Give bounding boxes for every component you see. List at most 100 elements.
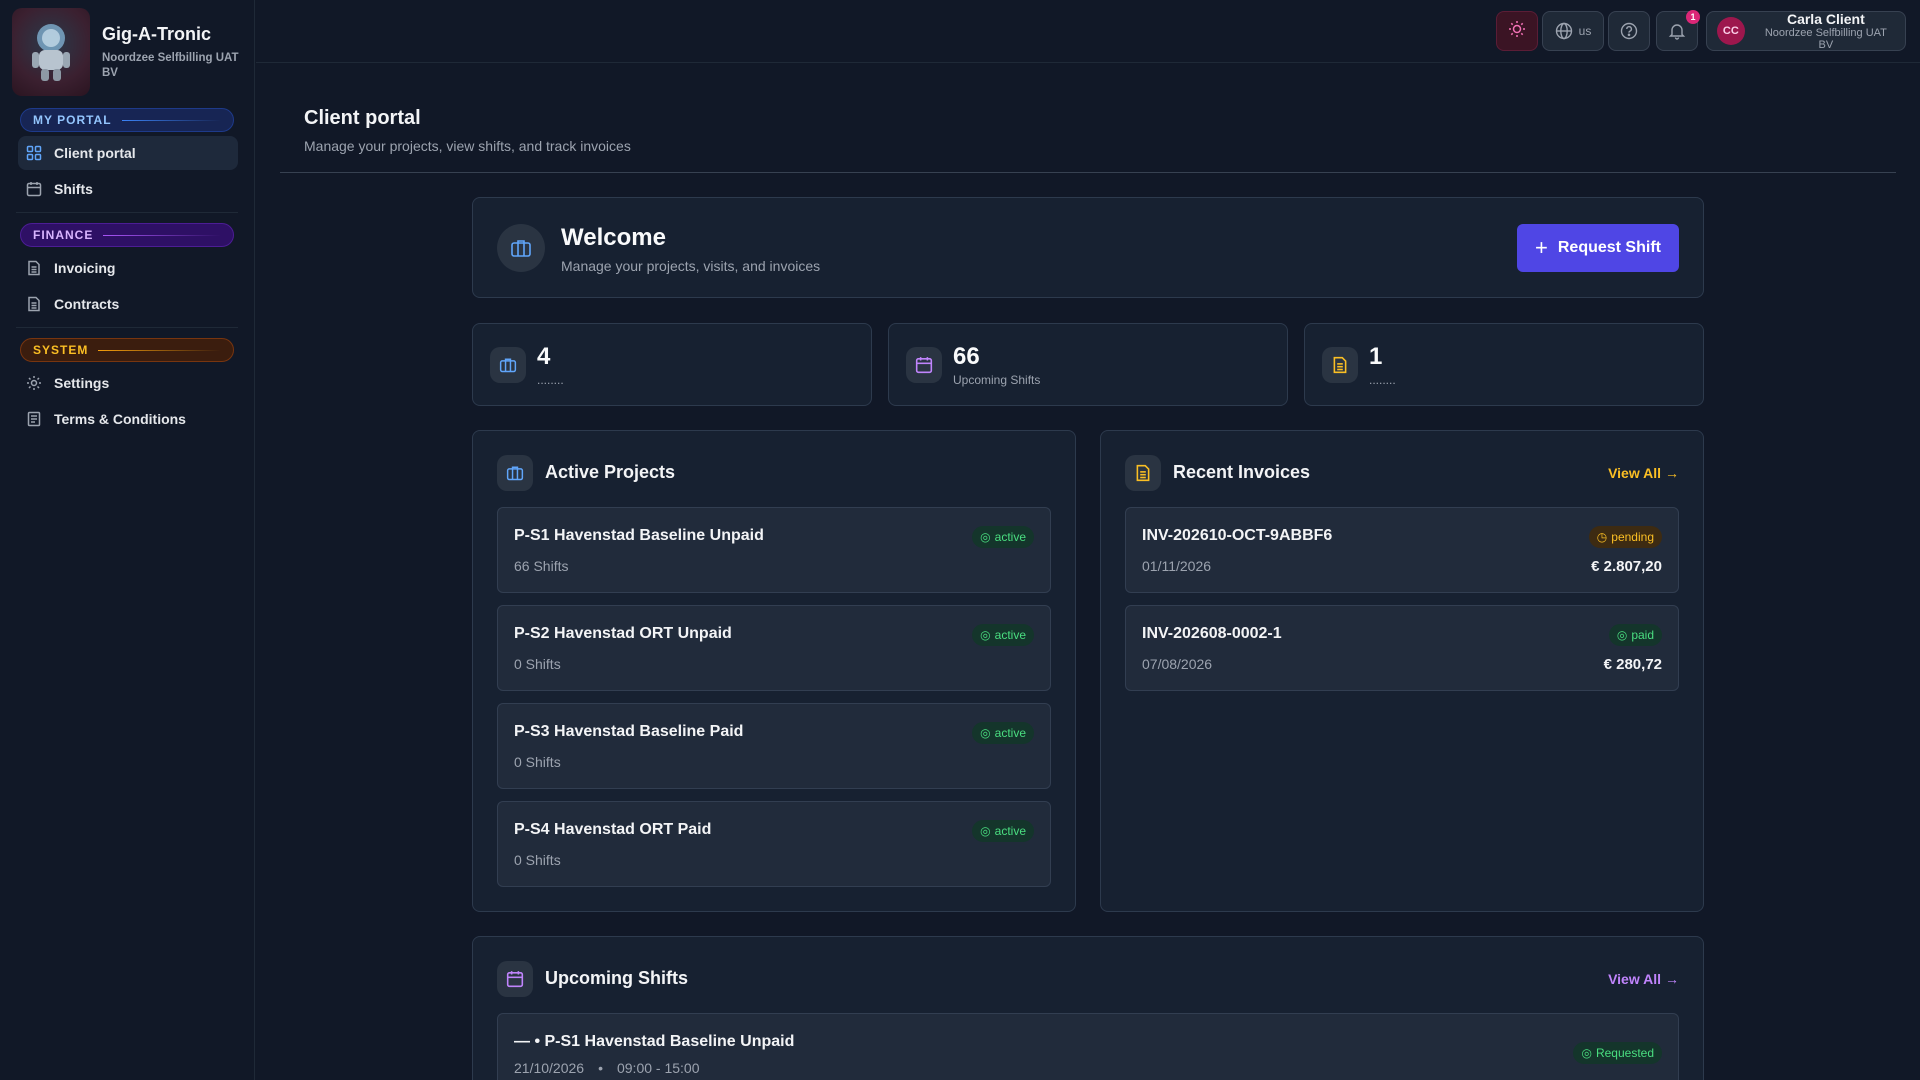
plus-icon: + — [1535, 235, 1548, 260]
project-name: P-S4 Havenstad ORT Paid — [514, 821, 712, 838]
invoice-amount: € 2.807,20 — [1591, 558, 1662, 575]
check-circle-icon: ◎ — [980, 530, 991, 544]
status-text: active — [994, 530, 1026, 544]
briefcase-icon — [497, 224, 545, 272]
gear-icon — [26, 375, 42, 391]
sidebar-item-label: Settings — [54, 375, 110, 391]
notifications-button[interactable]: 1 — [1656, 10, 1700, 51]
stat-card-projects: 4 ........ — [472, 323, 872, 406]
invoice-date: 01/11/2026 — [1142, 558, 1212, 574]
sidebar: Gig-A-Tronic Noordzee Selfbilling UAT BV… — [0, 0, 255, 1080]
globe-icon — [1555, 22, 1573, 40]
section-label-text: FINANCE — [33, 228, 94, 242]
panel-title: Upcoming Shifts — [545, 968, 688, 988]
shift-name: — • P-S1 Havenstad Baseline Unpaid — [514, 1033, 795, 1050]
section-label-my-portal: MY PORTAL — [20, 108, 234, 132]
sidebar-item-settings[interactable]: Settings — [18, 366, 238, 400]
document-icon — [26, 260, 42, 276]
theme-toggle-button[interactable] — [1496, 11, 1538, 51]
sidebar-item-shifts[interactable]: Shifts — [18, 172, 238, 206]
active-projects-panel: Active Projects P-S1 Havenstad Baseline … — [472, 430, 1076, 912]
page-subtitle: Manage your projects, view shifts, and t… — [304, 138, 631, 154]
status-text: pending — [1611, 530, 1654, 544]
sidebar-item-label: Terms & Conditions — [54, 411, 186, 427]
briefcase-icon — [490, 347, 526, 383]
avatar: CC — [1717, 17, 1745, 45]
invoice-amount: € 280,72 — [1603, 656, 1662, 673]
document-icon — [26, 296, 42, 312]
calendar-icon — [26, 181, 42, 197]
check-circle-icon: ◎ — [1616, 628, 1628, 642]
help-icon — [1620, 22, 1638, 40]
stat-value: 4 — [537, 343, 551, 370]
status-badge: ◎ paid — [1608, 624, 1662, 646]
section-label-text: SYSTEM — [33, 343, 89, 357]
status-text: active — [994, 628, 1026, 642]
invoice-item[interactable]: INV-202610-OCT-9ABBF6 01/11/2026 ◷ pendin… — [1125, 507, 1679, 593]
document-icon — [1322, 347, 1358, 383]
brand-org: Noordzee Selfbilling UAT BV — [102, 52, 239, 79]
arrow-right-icon: → — [1665, 465, 1679, 481]
calendar-icon — [497, 961, 533, 997]
project-item[interactable]: P-S4 Havenstad ORT Paid 0 Shifts ◎ active — [497, 801, 1051, 887]
project-shifts: 0 Shifts — [514, 852, 561, 868]
welcome-subtitle: Manage your projects, visits, and invoic… — [561, 258, 821, 274]
sidebar-item-invoicing[interactable]: Invoicing — [18, 251, 238, 285]
page-title: Client portal — [304, 107, 421, 129]
calendar-icon — [906, 347, 942, 383]
bell-icon — [1668, 22, 1686, 40]
request-shift-button[interactable]: + Request Shift — [1517, 224, 1679, 272]
stat-label: ........ — [537, 373, 564, 387]
view-all-label: View All — [1608, 465, 1661, 481]
language-button[interactable]: us — [1542, 11, 1604, 51]
project-name: P-S2 Havenstad ORT Unpaid — [514, 625, 732, 642]
view-all-invoices-link[interactable]: View All → — [1608, 465, 1679, 481]
project-item[interactable]: P-S1 Havenstad Baseline Unpaid 66 Shifts… — [497, 507, 1051, 593]
brand-name: Gig-A-Tronic — [102, 24, 211, 44]
invoice-item[interactable]: INV-202608-0002-1 07/08/2026 ◎ paid € 280… — [1125, 605, 1679, 691]
project-shifts: 0 Shifts — [514, 656, 561, 672]
notification-badge: 1 — [1686, 10, 1700, 24]
robot-logo-icon[interactable] — [12, 8, 90, 96]
status-badge: ◎ Requested — [1573, 1042, 1662, 1064]
section-label-system: SYSTEM — [20, 338, 234, 362]
invoice-number: INV-202610-OCT-9ABBF6 — [1142, 527, 1333, 544]
shift-item[interactable]: — • P-S1 Havenstad Baseline Unpaid 21/10… — [497, 1013, 1679, 1080]
shift-date: 21/10/2026 — [514, 1060, 585, 1076]
panel-title: Recent Invoices — [1173, 462, 1311, 482]
stat-label: Upcoming Shifts — [953, 373, 1041, 387]
request-shift-label: Request Shift — [1557, 239, 1661, 256]
scroll-icon — [26, 411, 42, 427]
sidebar-item-terms[interactable]: Terms & Conditions — [18, 402, 238, 436]
user-menu-button[interactable]: CC Carla Client Noordzee Selfbilling UAT… — [1706, 11, 1906, 51]
divider — [280, 172, 1896, 173]
shift-meta: 21/10/2026 • 09:00 - 15:00 — [514, 1060, 700, 1076]
shift-separator: • — [598, 1060, 603, 1076]
sidebar-item-contracts[interactable]: Contracts — [18, 287, 238, 321]
divider — [16, 212, 238, 213]
status-badge: ◎ active — [972, 624, 1034, 646]
sidebar-item-client-portal[interactable]: Client portal — [18, 136, 238, 170]
clock-icon: ◷ — [1596, 530, 1608, 544]
project-item[interactable]: P-S3 Havenstad Baseline Paid 0 Shifts ◎ a… — [497, 703, 1051, 789]
welcome-title: Welcome — [561, 224, 666, 251]
section-label-finance: FINANCE — [20, 223, 234, 247]
invoice-number: INV-202608-0002-1 — [1142, 625, 1282, 642]
grid-icon — [26, 145, 42, 161]
project-item[interactable]: P-S2 Havenstad ORT Unpaid 0 Shifts ◎ acti… — [497, 605, 1051, 691]
check-circle-icon: ◎ — [980, 824, 991, 838]
stat-card-shifts: 66 Upcoming Shifts — [888, 323, 1288, 406]
project-shifts: 66 Shifts — [514, 558, 569, 574]
project-name: P-S3 Havenstad Baseline Paid — [514, 723, 744, 740]
user-org: Noordzee Selfbilling UAT BV — [1764, 27, 1887, 51]
sidebar-item-label: Client portal — [54, 145, 136, 161]
upcoming-shifts-panel: Upcoming Shifts View All → — • P-S1 Haven… — [472, 936, 1704, 1080]
sun-icon — [1507, 19, 1527, 44]
brand: Gig-A-Tronic Noordzee Selfbilling UAT BV — [0, 0, 254, 98]
view-all-shifts-link[interactable]: View All → — [1608, 971, 1679, 987]
project-shifts: 0 Shifts — [514, 754, 561, 770]
welcome-card: Welcome Manage your projects, visits, an… — [472, 197, 1704, 298]
check-circle-icon: ◎ — [1581, 1046, 1592, 1060]
help-button[interactable] — [1608, 11, 1650, 51]
briefcase-icon — [497, 455, 533, 491]
